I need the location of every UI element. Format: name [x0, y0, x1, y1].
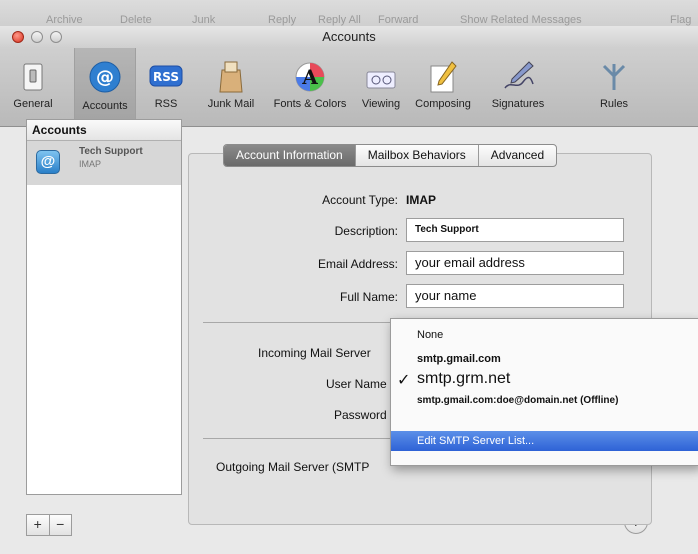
toolbar-label-junk-mail: Junk Mail [207, 98, 255, 110]
menu-item-label: None [417, 329, 444, 341]
description-label: Description: [334, 224, 398, 238]
account-name: Tech Support [79, 146, 143, 157]
tab-account-information[interactable]: Account Information [224, 145, 356, 166]
account-type-value: IMAP [406, 193, 436, 207]
incoming-mail-server-label: Incoming Mail Server [258, 346, 371, 360]
email-address-field[interactable]: your email address [406, 251, 624, 275]
account-type: IMAP [79, 159, 102, 169]
password-label: Password [334, 408, 387, 422]
preferences-toolbar: General @ Accounts RSS RSS Junk Mail A F… [0, 48, 698, 127]
toolbar-label-accounts: Accounts [82, 100, 128, 112]
toolbar-rules[interactable]: Rules [594, 54, 634, 120]
toolbar-junk-mail[interactable]: Junk Mail [198, 54, 264, 120]
account-type-label: Account Type: [322, 193, 398, 207]
toolbar-composing[interactable]: Composing [408, 54, 478, 120]
svg-text:A: A [301, 65, 318, 89]
window-title: Accounts [322, 29, 376, 44]
add-remove-buttons: + − [26, 514, 72, 536]
toolbar-rss[interactable]: RSS RSS [146, 54, 186, 120]
menu-item-label: smtp.gmail.com [417, 353, 501, 365]
account-at-icon [36, 150, 60, 174]
toolbar-viewing[interactable]: Viewing [356, 54, 406, 120]
title-bar: Accounts [0, 26, 698, 48]
menu-item-none[interactable]: None [391, 329, 698, 341]
menu-item-edit-smtp-list[interactable]: Edit SMTP Server List... [391, 431, 698, 451]
toolbar-label-general: General [13, 98, 53, 110]
menu-item-smtp-gmail-offline[interactable]: smtp.gmail.com:doe@domain.net (Offline) [391, 395, 698, 406]
accounts-list: Accounts Tech Support IMAP [26, 119, 182, 495]
junk-label[interactable]: Junk [192, 14, 215, 26]
tab-advanced[interactable]: Advanced [479, 145, 556, 166]
pencil-icon [430, 61, 457, 93]
email-address-label: Email Address: [317, 257, 398, 271]
toolbar-label-fonts-colors: Fonts & Colors [273, 98, 347, 110]
background-mail-toolbar: Archive Delete Junk Reply Reply All Forw… [0, 0, 698, 27]
toolbar-label-rules: Rules [599, 98, 629, 110]
description-field[interactable]: Tech Support [406, 218, 624, 242]
toolbar-general[interactable]: General [4, 54, 62, 120]
user-name-label: User Name [326, 377, 387, 391]
toolbar-label-signatures: Signatures [491, 98, 545, 110]
menu-item-smtp-gmail[interactable]: smtp.gmail.com [391, 353, 698, 365]
svg-text:@: @ [96, 67, 114, 88]
archive-label[interactable]: Archive [46, 14, 83, 26]
delete-label[interactable]: Delete [120, 14, 152, 26]
flag-label[interactable]: Flag [670, 14, 691, 26]
reply-label[interactable]: Reply [268, 14, 296, 26]
remove-account-button[interactable]: − [50, 515, 72, 535]
toolbar-label-viewing: Viewing [361, 98, 401, 110]
rules-icon [602, 64, 626, 90]
viewing-glasses-icon [366, 71, 396, 89]
svg-text:RSS: RSS [153, 70, 179, 84]
toolbar-accounts[interactable]: @ Accounts [74, 48, 136, 126]
menu-item-smtp-grm[interactable]: ✓ smtp.grm.net [391, 370, 698, 389]
menu-item-label: Edit SMTP Server List... [417, 435, 535, 447]
checkmark-icon: ✓ [397, 372, 411, 389]
tab-mailbox-behaviors[interactable]: Mailbox Behaviors [356, 145, 479, 166]
smtp-server-menu: None smtp.gmail.com ✓ smtp.grm.net smtp.… [390, 318, 698, 466]
rss-icon: RSS [149, 65, 183, 87]
light-switch-icon [23, 63, 43, 91]
toolbar-label-composing: Composing [415, 98, 471, 110]
list-item[interactable]: Tech Support IMAP [27, 141, 181, 185]
fonts-colors-icon: A [295, 62, 325, 92]
settings-tabs: Account Information Mailbox Behaviors Ad… [223, 144, 558, 167]
toolbar-signatures[interactable]: Signatures [484, 54, 552, 120]
menu-item-label: smtp.grm.net [417, 370, 511, 387]
full-name-label: Full Name: [339, 290, 398, 304]
menu-item-label: smtp.gmail.com:doe@domain.net (Offline) [417, 395, 619, 406]
add-account-button[interactable]: + [27, 515, 50, 535]
forward-label[interactable]: Forward [378, 14, 418, 26]
accounts-list-header: Accounts [27, 120, 181, 141]
junk-mail-bag-icon [219, 61, 243, 93]
reply-all-label[interactable]: Reply All [318, 14, 361, 26]
outgoing-mail-server-label: Outgoing Mail Server (SMTP [216, 460, 370, 474]
toolbar-label-rss: RSS [154, 98, 178, 110]
full-name-field[interactable]: your name [406, 284, 624, 308]
toolbar-fonts-colors[interactable]: A Fonts & Colors [268, 54, 352, 120]
at-sign-icon: @ [89, 61, 121, 93]
signature-pen-icon [504, 61, 534, 89]
show-related-label[interactable]: Show Related Messages [460, 14, 582, 26]
